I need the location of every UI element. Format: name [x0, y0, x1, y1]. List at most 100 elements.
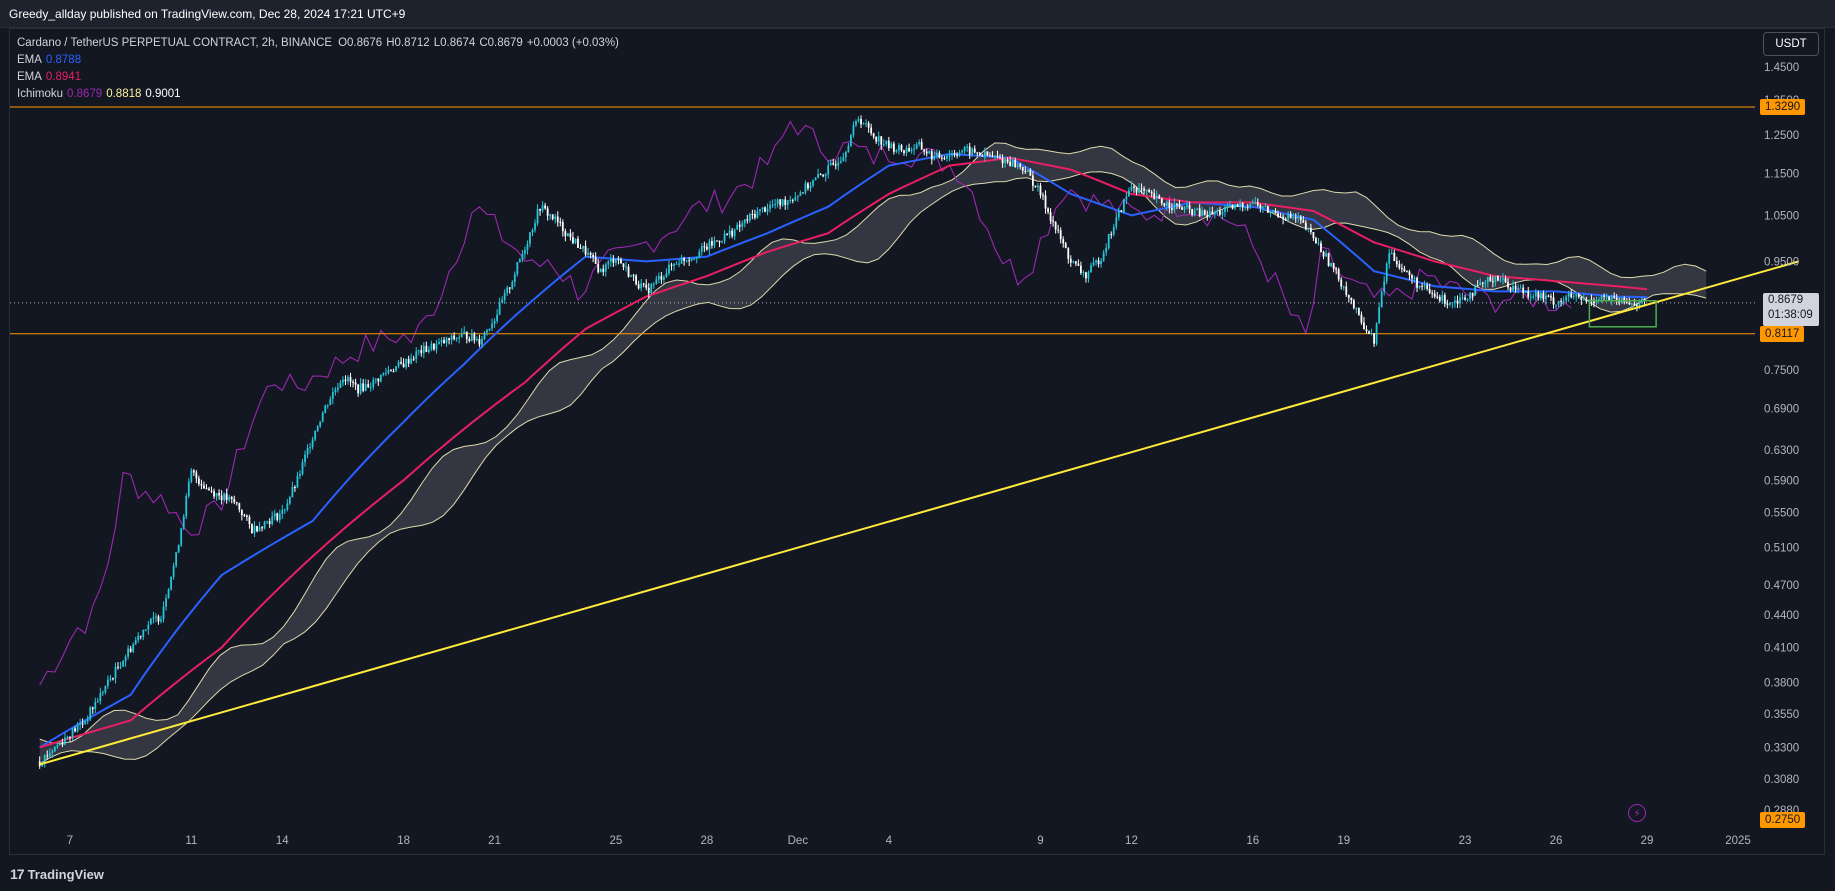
candle-body: [511, 282, 514, 289]
candle-body: [1279, 216, 1282, 218]
candle-body: [786, 200, 789, 206]
candle-body: [425, 345, 428, 352]
candle-body: [1006, 159, 1009, 162]
candle-body: [723, 233, 726, 242]
candle-body: [1519, 287, 1522, 289]
time-axis-tick: 4: [886, 835, 893, 847]
ema-fast-row[interactable]: EMA 0.8788: [17, 52, 623, 69]
candle-body: [1267, 206, 1269, 213]
trendline-layer[interactable]: [39, 260, 1799, 766]
candle-body: [741, 223, 744, 227]
price-axis-tick: 0.4400: [1764, 610, 1799, 622]
candle-body: [759, 209, 761, 212]
candle-body: [814, 177, 817, 181]
candle-body: [96, 701, 99, 703]
ichimoku-row[interactable]: Ichimoku 0.8679 0.8818 0.9001: [17, 86, 623, 103]
candle-body: [503, 293, 506, 300]
candle-body: [1380, 291, 1383, 308]
candle-body: [1224, 207, 1226, 212]
price-axis[interactable]: 1.45001.35001.25001.15001.05000.95000.75…: [1764, 62, 1799, 817]
candle-body: [925, 151, 928, 154]
candle-body: [1443, 295, 1446, 304]
candle-body: [1567, 293, 1570, 297]
candle-body: [233, 498, 236, 503]
candle-body: [1471, 292, 1474, 296]
candle-body: [829, 163, 832, 166]
candle-body: [460, 333, 463, 338]
candle-body: [698, 251, 701, 258]
symbol-row[interactable]: Cardano / TetherUS PERPETUAL CONTRACT, 2…: [17, 35, 623, 52]
candle-body: [796, 196, 799, 198]
candle-body: [1125, 196, 1128, 200]
candle-body: [354, 382, 357, 385]
candle-body: [668, 264, 670, 274]
candle-body: [352, 381, 354, 383]
candle-body: [1469, 292, 1472, 299]
candle-body: [1140, 188, 1143, 190]
candle-body: [1507, 282, 1509, 288]
candle-body: [1173, 203, 1176, 210]
candle-body: [1019, 164, 1022, 167]
candle-body: [1203, 210, 1206, 216]
candle-body: [1244, 207, 1247, 209]
candle-body: [1226, 205, 1229, 208]
candle-body: [1527, 291, 1530, 297]
candle-body: [271, 516, 274, 524]
candle-body: [1067, 248, 1070, 259]
candle-body: [1269, 212, 1272, 214]
candle-body: [1486, 276, 1489, 283]
candle-body: [1077, 263, 1080, 266]
candle-body: [996, 155, 999, 158]
candle-body: [559, 222, 562, 224]
candle-body: [688, 260, 691, 262]
candle-body: [824, 174, 827, 177]
candle-body: [470, 333, 473, 341]
candle-body: [675, 263, 678, 265]
candle-body: [1135, 187, 1138, 193]
candle-body: [238, 503, 241, 510]
candle-body: [1302, 220, 1305, 223]
footer: [0, 856, 1835, 891]
tradingview-logo[interactable]: 17 TradingView: [10, 866, 104, 882]
candle-body: [1347, 294, 1350, 298]
candle-body: [473, 333, 476, 341]
candle-body: [663, 276, 665, 280]
candle-body: [372, 379, 375, 388]
candle-body: [711, 241, 713, 246]
candle-body: [784, 199, 787, 206]
candle-body: [197, 478, 200, 484]
candle-body: [1395, 261, 1398, 265]
price-chart[interactable]: 1.45001.35001.25001.15001.05000.95000.75…: [0, 0, 1835, 891]
candle-body: [877, 136, 880, 142]
candle-body: [1542, 292, 1545, 300]
candle-body: [895, 150, 898, 152]
candle-body: [670, 264, 673, 266]
candle-body: [1307, 227, 1310, 230]
candle-body: [397, 361, 400, 367]
price-axis-tick: 0.3800: [1764, 678, 1799, 690]
ema-slow-row[interactable]: EMA 0.8941: [17, 69, 623, 86]
candle-body: [1438, 296, 1441, 301]
time-axis[interactable]: 7 11 14 18 21 25 28 Dec 4 9 12 16 19 23 26 29 2025: [67, 835, 1751, 847]
tv-brand-text: TradingView: [27, 867, 104, 882]
candle-body: [807, 183, 809, 189]
candle-body: [1216, 210, 1219, 213]
time-axis-tick: 21: [488, 835, 501, 847]
candle-body: [743, 219, 746, 224]
currency-selector[interactable]: USDT: [1763, 32, 1819, 56]
flash-icon[interactable]: ⚡: [1628, 804, 1646, 822]
candle-body: [1378, 307, 1381, 324]
candle-body: [1272, 210, 1274, 213]
candle-body: [1497, 275, 1499, 281]
price-axis-tick: 0.5100: [1764, 542, 1799, 554]
ohlc-open: 0.8676: [347, 37, 383, 49]
candle-body: [536, 209, 539, 224]
candle-body: [498, 302, 501, 315]
candle-body: [1517, 288, 1520, 290]
ohlc-close-label: C: [479, 37, 488, 49]
candle-body: [152, 617, 155, 619]
candle-body: [933, 155, 936, 160]
candle-body: [400, 361, 402, 364]
candle-body: [989, 155, 991, 157]
candle-body: [438, 342, 440, 344]
